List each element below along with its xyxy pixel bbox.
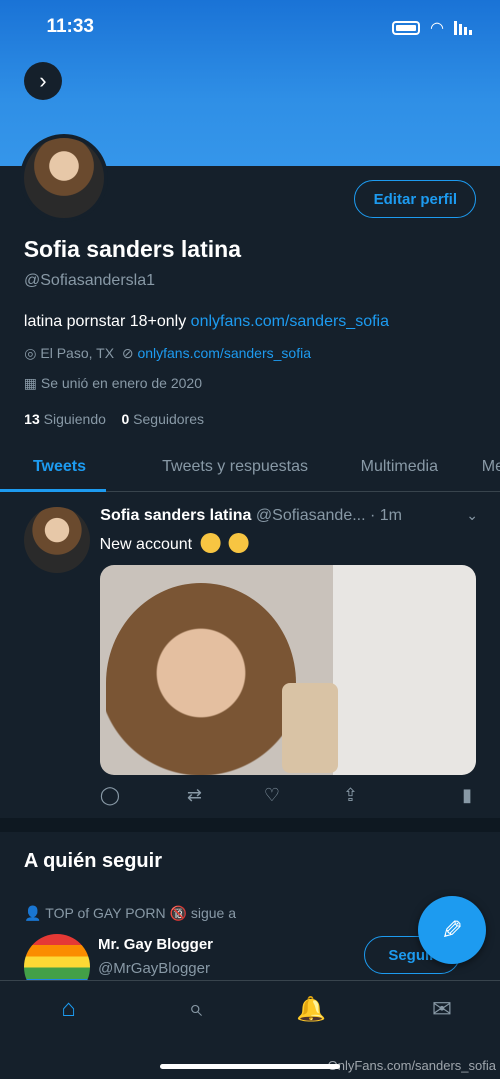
section-divider — [0, 818, 500, 832]
reply-icon[interactable]: ◯ — [100, 785, 120, 806]
person-icon: 👤 — [24, 905, 42, 921]
calendar-icon: ▦ — [24, 375, 38, 391]
bio-link[interactable]: onlyfans.com/sanders_sofia — [191, 313, 389, 330]
home-indicator — [160, 1064, 340, 1069]
chevron-down-icon[interactable]: ⌄ — [466, 507, 478, 524]
profile-name: Sofia sanders latina — [24, 236, 242, 262]
following-label: Siguiendo — [43, 411, 106, 427]
tab-likes[interactable]: Me — [482, 458, 500, 476]
wifi-icon: ◠ — [430, 20, 444, 37]
tweet-text: New account — [100, 533, 250, 554]
suggestion-context-text: TOP of GAY PORN 🔞 sigue a — [45, 905, 236, 921]
heart-eyes-emoji-icon — [200, 533, 221, 553]
profile-location: El Paso, TX — [40, 345, 114, 361]
home-icon[interactable]: ⌂ — [62, 995, 77, 1023]
status-time: 11:33 — [46, 16, 94, 37]
search-icon[interactable]: ⌕ — [189, 995, 202, 1023]
tweet-actions: ◯ ⇆ ♡ ⇪ ▮ — [0, 785, 500, 809]
profile-website[interactable]: onlyfans.com/sanders_sofia — [137, 345, 311, 361]
tweet-handle-time: @Sofiasande... · 1m — [255, 507, 402, 524]
link-icon: ⊘ — [121, 345, 134, 361]
suggestion-handle: @MrGayBlogger — [98, 960, 210, 977]
tab-tweets[interactable]: Tweets — [33, 458, 86, 476]
photo-subject — [106, 583, 296, 775]
bio-text: latina pornstar 18+only — [24, 313, 187, 330]
back-button[interactable]: ‹ — [24, 62, 62, 100]
profile-tabs: Tweets Tweets y respuestas Multimedia Me — [0, 448, 500, 492]
tweet-text-content: New account — [100, 536, 193, 553]
joined-text: Se unió en enero de 2020 — [41, 375, 203, 391]
feather-plus-icon: ✎ — [441, 914, 463, 945]
tweet-header: Sofia sanders latina @Sofiasande... · 1m — [100, 507, 402, 525]
tweet-avatar[interactable] — [24, 507, 90, 573]
edit-profile-button[interactable]: Editar perfil — [354, 180, 476, 218]
location-icon: ◎ — [24, 345, 37, 361]
status-icons: ◠ — [392, 18, 472, 38]
suggestion-name[interactable]: Mr. Gay Blogger — [98, 936, 213, 953]
profile-handle: @Sofiasandersla1 — [24, 272, 155, 289]
tweet-author[interactable]: Sofia sanders latina — [100, 507, 251, 524]
messages-icon[interactable]: ✉ — [432, 995, 452, 1024]
tab-media[interactable]: Multimedia — [361, 458, 438, 476]
tweet-photo[interactable] — [100, 565, 476, 775]
tweet[interactable]: Sofia sanders latina @Sofiasande... · 1m… — [0, 493, 500, 818]
signal-icon — [454, 21, 472, 35]
retweet-icon[interactable]: ⇆ — [187, 785, 202, 806]
watermark: OnlyFans.com/sanders_sofia — [327, 1058, 496, 1073]
photo-phone — [282, 683, 338, 773]
suggestion-context: 👤 TOP of GAY PORN 🔞 sigue a — [24, 905, 236, 922]
screen: 11:33 ◠ ‹ Editar perfil Sofia sanders la… — [0, 0, 500, 1079]
profile-joined: ▦ Se unió en enero de 2020 — [24, 375, 202, 392]
chevron-right-icon: ‹ — [39, 68, 47, 93]
share-icon[interactable]: ⇪ — [343, 785, 358, 806]
battery-icon — [392, 21, 421, 35]
profile-meta: ◎ El Paso, TX ⊘ onlyfans.com/sanders_sof… — [24, 345, 311, 362]
followers-label: Seguidores — [133, 411, 204, 427]
kiss-emoji-icon — [229, 533, 250, 553]
following-count[interactable]: 13 — [24, 411, 40, 427]
notifications-icon[interactable]: 🔔 — [296, 995, 326, 1024]
tab-tweets-and-replies[interactable]: Tweets y respuestas — [162, 458, 308, 476]
like-icon[interactable]: ♡ — [264, 785, 280, 806]
followers-count[interactable]: 0 — [121, 411, 129, 427]
profile-bio: latina pornstar 18+only onlyfans.com/san… — [24, 313, 389, 331]
analytics-icon[interactable]: ▮ — [462, 785, 472, 806]
who-to-follow-title: A quién seguir — [24, 850, 163, 872]
compose-tweet-button[interactable]: ✎ — [418, 896, 486, 964]
profile-avatar[interactable] — [20, 134, 108, 222]
profile-counts: 13 Siguiendo 0 Seguidores — [24, 411, 204, 427]
tab-underline — [0, 489, 106, 492]
